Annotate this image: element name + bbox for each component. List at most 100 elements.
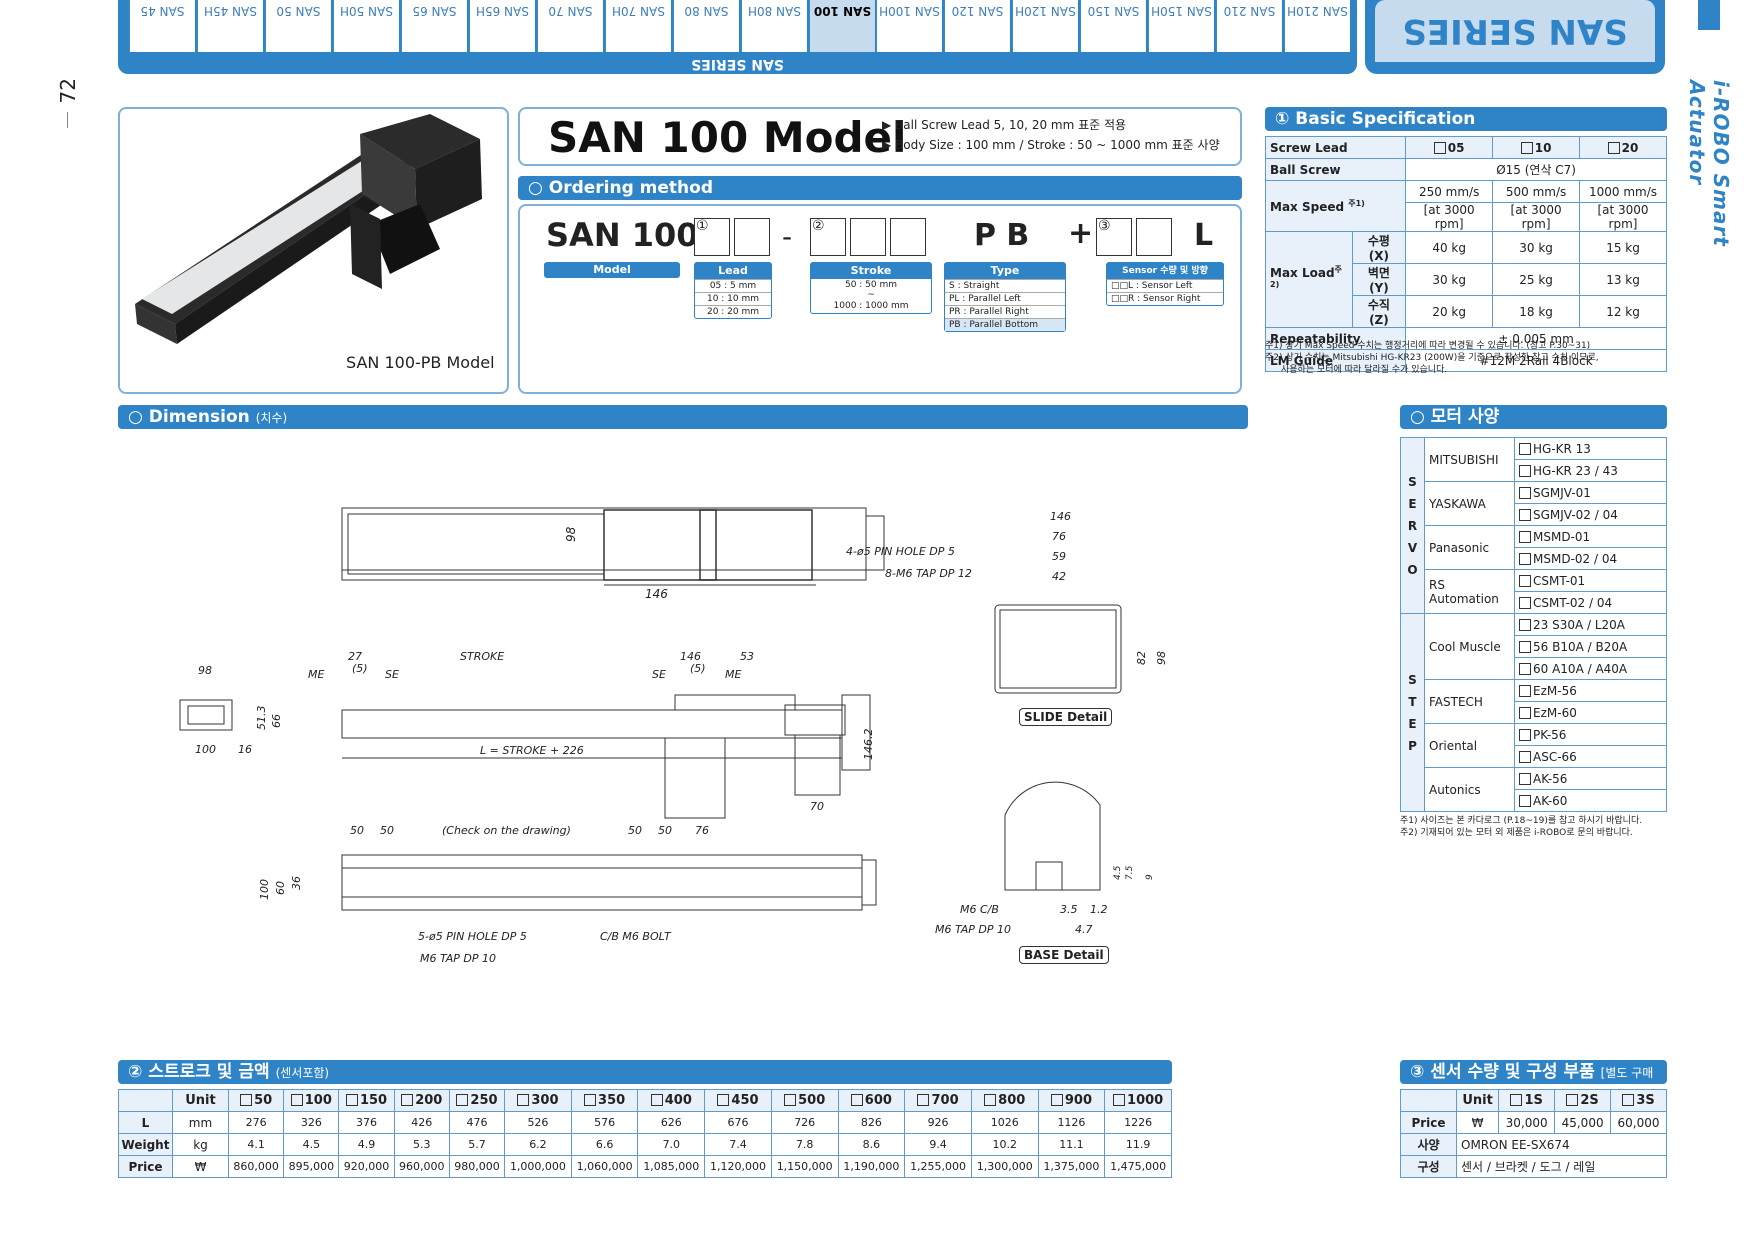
stroke-checkbox[interactable] bbox=[240, 1094, 253, 1106]
sensor-box-2[interactable] bbox=[1136, 218, 1172, 256]
stroke-option[interactable]: 300 bbox=[504, 1089, 572, 1112]
stroke-checkbox[interactable] bbox=[401, 1094, 414, 1106]
motor-model-label: PK-56 bbox=[1533, 727, 1567, 742]
stroke-checkbox[interactable] bbox=[984, 1094, 997, 1106]
motor-checkbox[interactable] bbox=[1519, 508, 1531, 521]
servo-label: SERVO bbox=[1400, 437, 1425, 614]
stroke-option[interactable]: 900 bbox=[1037, 1089, 1106, 1112]
stroke-box-2[interactable] bbox=[850, 218, 886, 256]
stroke-option[interactable]: 600 bbox=[837, 1089, 906, 1112]
lead-05-checkbox[interactable] bbox=[1433, 141, 1446, 154]
motor-model-option[interactable]: MSMD-02 / 04 bbox=[1514, 547, 1667, 570]
motor-checkbox[interactable] bbox=[1519, 486, 1531, 499]
stroke-checkbox[interactable] bbox=[917, 1094, 930, 1106]
price-cell: 1,060,000 bbox=[570, 1155, 639, 1178]
stroke-option[interactable]: 500 bbox=[770, 1089, 839, 1112]
series-tab[interactable]: SAN 150 bbox=[1081, 0, 1147, 52]
ordering-num-3: ③ bbox=[1098, 218, 1111, 234]
lead-10-checkbox[interactable] bbox=[1520, 141, 1533, 154]
lead-20-checkbox[interactable] bbox=[1607, 141, 1620, 154]
motor-model-option[interactable]: AK-56 bbox=[1514, 767, 1667, 790]
stroke-option[interactable]: 150 bbox=[338, 1089, 395, 1112]
series-tab[interactable]: SAN 210H bbox=[1285, 0, 1350, 52]
motor-model-option[interactable]: SGMJV-01 bbox=[1514, 481, 1667, 504]
stroke-checkbox[interactable] bbox=[456, 1094, 469, 1106]
motor-checkbox[interactable] bbox=[1519, 530, 1531, 543]
stroke-option[interactable]: 700 bbox=[904, 1089, 972, 1112]
motor-model-option[interactable]: ASC-66 bbox=[1514, 745, 1667, 768]
stroke-option[interactable]: 200 bbox=[393, 1089, 450, 1112]
series-tab[interactable]: SAN 45H bbox=[198, 0, 263, 52]
stroke-checkbox[interactable] bbox=[784, 1094, 797, 1106]
series-tab[interactable]: SAN 50 bbox=[266, 0, 331, 52]
stroke-option[interactable]: 350 bbox=[570, 1089, 639, 1112]
series-tab[interactable]: SAN 65 bbox=[401, 0, 467, 52]
motor-checkbox[interactable] bbox=[1519, 684, 1531, 697]
series-tab[interactable]: SAN 70H bbox=[605, 0, 671, 52]
motor-model-option[interactable]: 56 B10A / B20A bbox=[1514, 635, 1667, 658]
motor-checkbox[interactable] bbox=[1519, 442, 1531, 455]
series-tab[interactable]: SAN 70 bbox=[537, 0, 603, 52]
stroke-option[interactable]: 250 bbox=[448, 1089, 506, 1112]
series-tab[interactable]: SAN 80H bbox=[741, 0, 807, 52]
motor-model-option[interactable]: CSMT-02 / 04 bbox=[1514, 591, 1667, 614]
motor-model-option[interactable]: SGMJV-02 / 04 bbox=[1514, 503, 1667, 526]
motor-checkbox[interactable] bbox=[1519, 574, 1531, 587]
series-tab[interactable]: SAN 100H bbox=[877, 0, 943, 52]
motor-checkbox[interactable] bbox=[1519, 618, 1531, 631]
sensor-3s-checkbox[interactable] bbox=[1622, 1094, 1635, 1106]
stroke-label: 50 bbox=[254, 1093, 273, 1108]
series-tab[interactable]: SAN 120H bbox=[1013, 0, 1079, 52]
stroke-checkbox[interactable] bbox=[1050, 1094, 1063, 1106]
motor-checkbox[interactable] bbox=[1519, 750, 1531, 763]
motor-checkbox[interactable] bbox=[1519, 464, 1531, 477]
motor-model-option[interactable]: 23 S30A / L20A bbox=[1514, 613, 1667, 636]
lead-box-2[interactable] bbox=[734, 218, 770, 256]
series-tab[interactable]: SAN 100 bbox=[809, 0, 875, 52]
series-tab[interactable]: SAN 210 bbox=[1217, 0, 1283, 52]
motor-model-option[interactable]: AK-60 bbox=[1514, 789, 1667, 812]
price-cell: 4.9 bbox=[338, 1133, 395, 1156]
stroke-checkbox[interactable] bbox=[850, 1094, 863, 1106]
sensor-2s-checkbox[interactable] bbox=[1566, 1094, 1579, 1106]
stroke-option[interactable]: 800 bbox=[970, 1089, 1039, 1112]
stroke-checkbox[interactable] bbox=[584, 1094, 597, 1106]
series-tab[interactable]: SAN 120 bbox=[945, 0, 1011, 52]
stroke-checkbox[interactable] bbox=[650, 1094, 663, 1106]
max-speed-text: Max Speed bbox=[1270, 200, 1345, 214]
motor-checkbox[interactable] bbox=[1519, 596, 1531, 609]
dim-cb-bolt: C/B M6 BOLT bbox=[600, 930, 672, 943]
stroke-checkbox[interactable] bbox=[517, 1094, 530, 1106]
stroke-box-3[interactable] bbox=[890, 218, 926, 256]
stroke-checkbox[interactable] bbox=[1113, 1094, 1126, 1106]
series-tab[interactable]: SAN 150H bbox=[1149, 0, 1215, 52]
motor-checkbox[interactable] bbox=[1519, 772, 1531, 785]
stroke-option[interactable]: 400 bbox=[637, 1089, 706, 1112]
sensor-1s-checkbox[interactable] bbox=[1510, 1094, 1523, 1106]
motor-checkbox[interactable] bbox=[1519, 706, 1531, 719]
motor-model-option[interactable]: HG-KR 13 bbox=[1514, 437, 1667, 460]
stroke-option[interactable]: 50 bbox=[227, 1089, 285, 1112]
motor-model-option[interactable]: 60 A10A / A40A bbox=[1514, 657, 1667, 680]
series-tab[interactable]: SAN 45 bbox=[130, 0, 196, 52]
series-tab[interactable]: SAN 50H bbox=[333, 0, 399, 52]
stroke-option[interactable]: 100 bbox=[283, 1089, 340, 1112]
stroke-checkbox[interactable] bbox=[290, 1094, 303, 1106]
motor-checkbox[interactable] bbox=[1519, 728, 1531, 741]
motor-model-option[interactable]: CSMT-01 bbox=[1514, 569, 1667, 592]
stroke-option[interactable]: 450 bbox=[704, 1089, 772, 1112]
series-tab[interactable]: SAN 65H bbox=[469, 0, 535, 52]
series-tab[interactable]: SAN 80 bbox=[673, 0, 739, 52]
motor-model-option[interactable]: EzM-56 bbox=[1514, 679, 1667, 702]
motor-checkbox[interactable] bbox=[1519, 794, 1531, 807]
motor-model-option[interactable]: HG-KR 23 / 43 bbox=[1514, 459, 1667, 482]
motor-checkbox[interactable] bbox=[1519, 662, 1531, 675]
stroke-checkbox[interactable] bbox=[345, 1094, 358, 1106]
motor-model-option[interactable]: PK-56 bbox=[1514, 723, 1667, 746]
motor-model-option[interactable]: MSMD-01 bbox=[1514, 525, 1667, 548]
stroke-option[interactable]: 1000 bbox=[1104, 1089, 1172, 1112]
motor-checkbox[interactable] bbox=[1519, 640, 1531, 653]
stroke-checkbox[interactable] bbox=[717, 1094, 730, 1106]
motor-checkbox[interactable] bbox=[1519, 552, 1531, 565]
motor-model-option[interactable]: EzM-60 bbox=[1514, 701, 1667, 724]
